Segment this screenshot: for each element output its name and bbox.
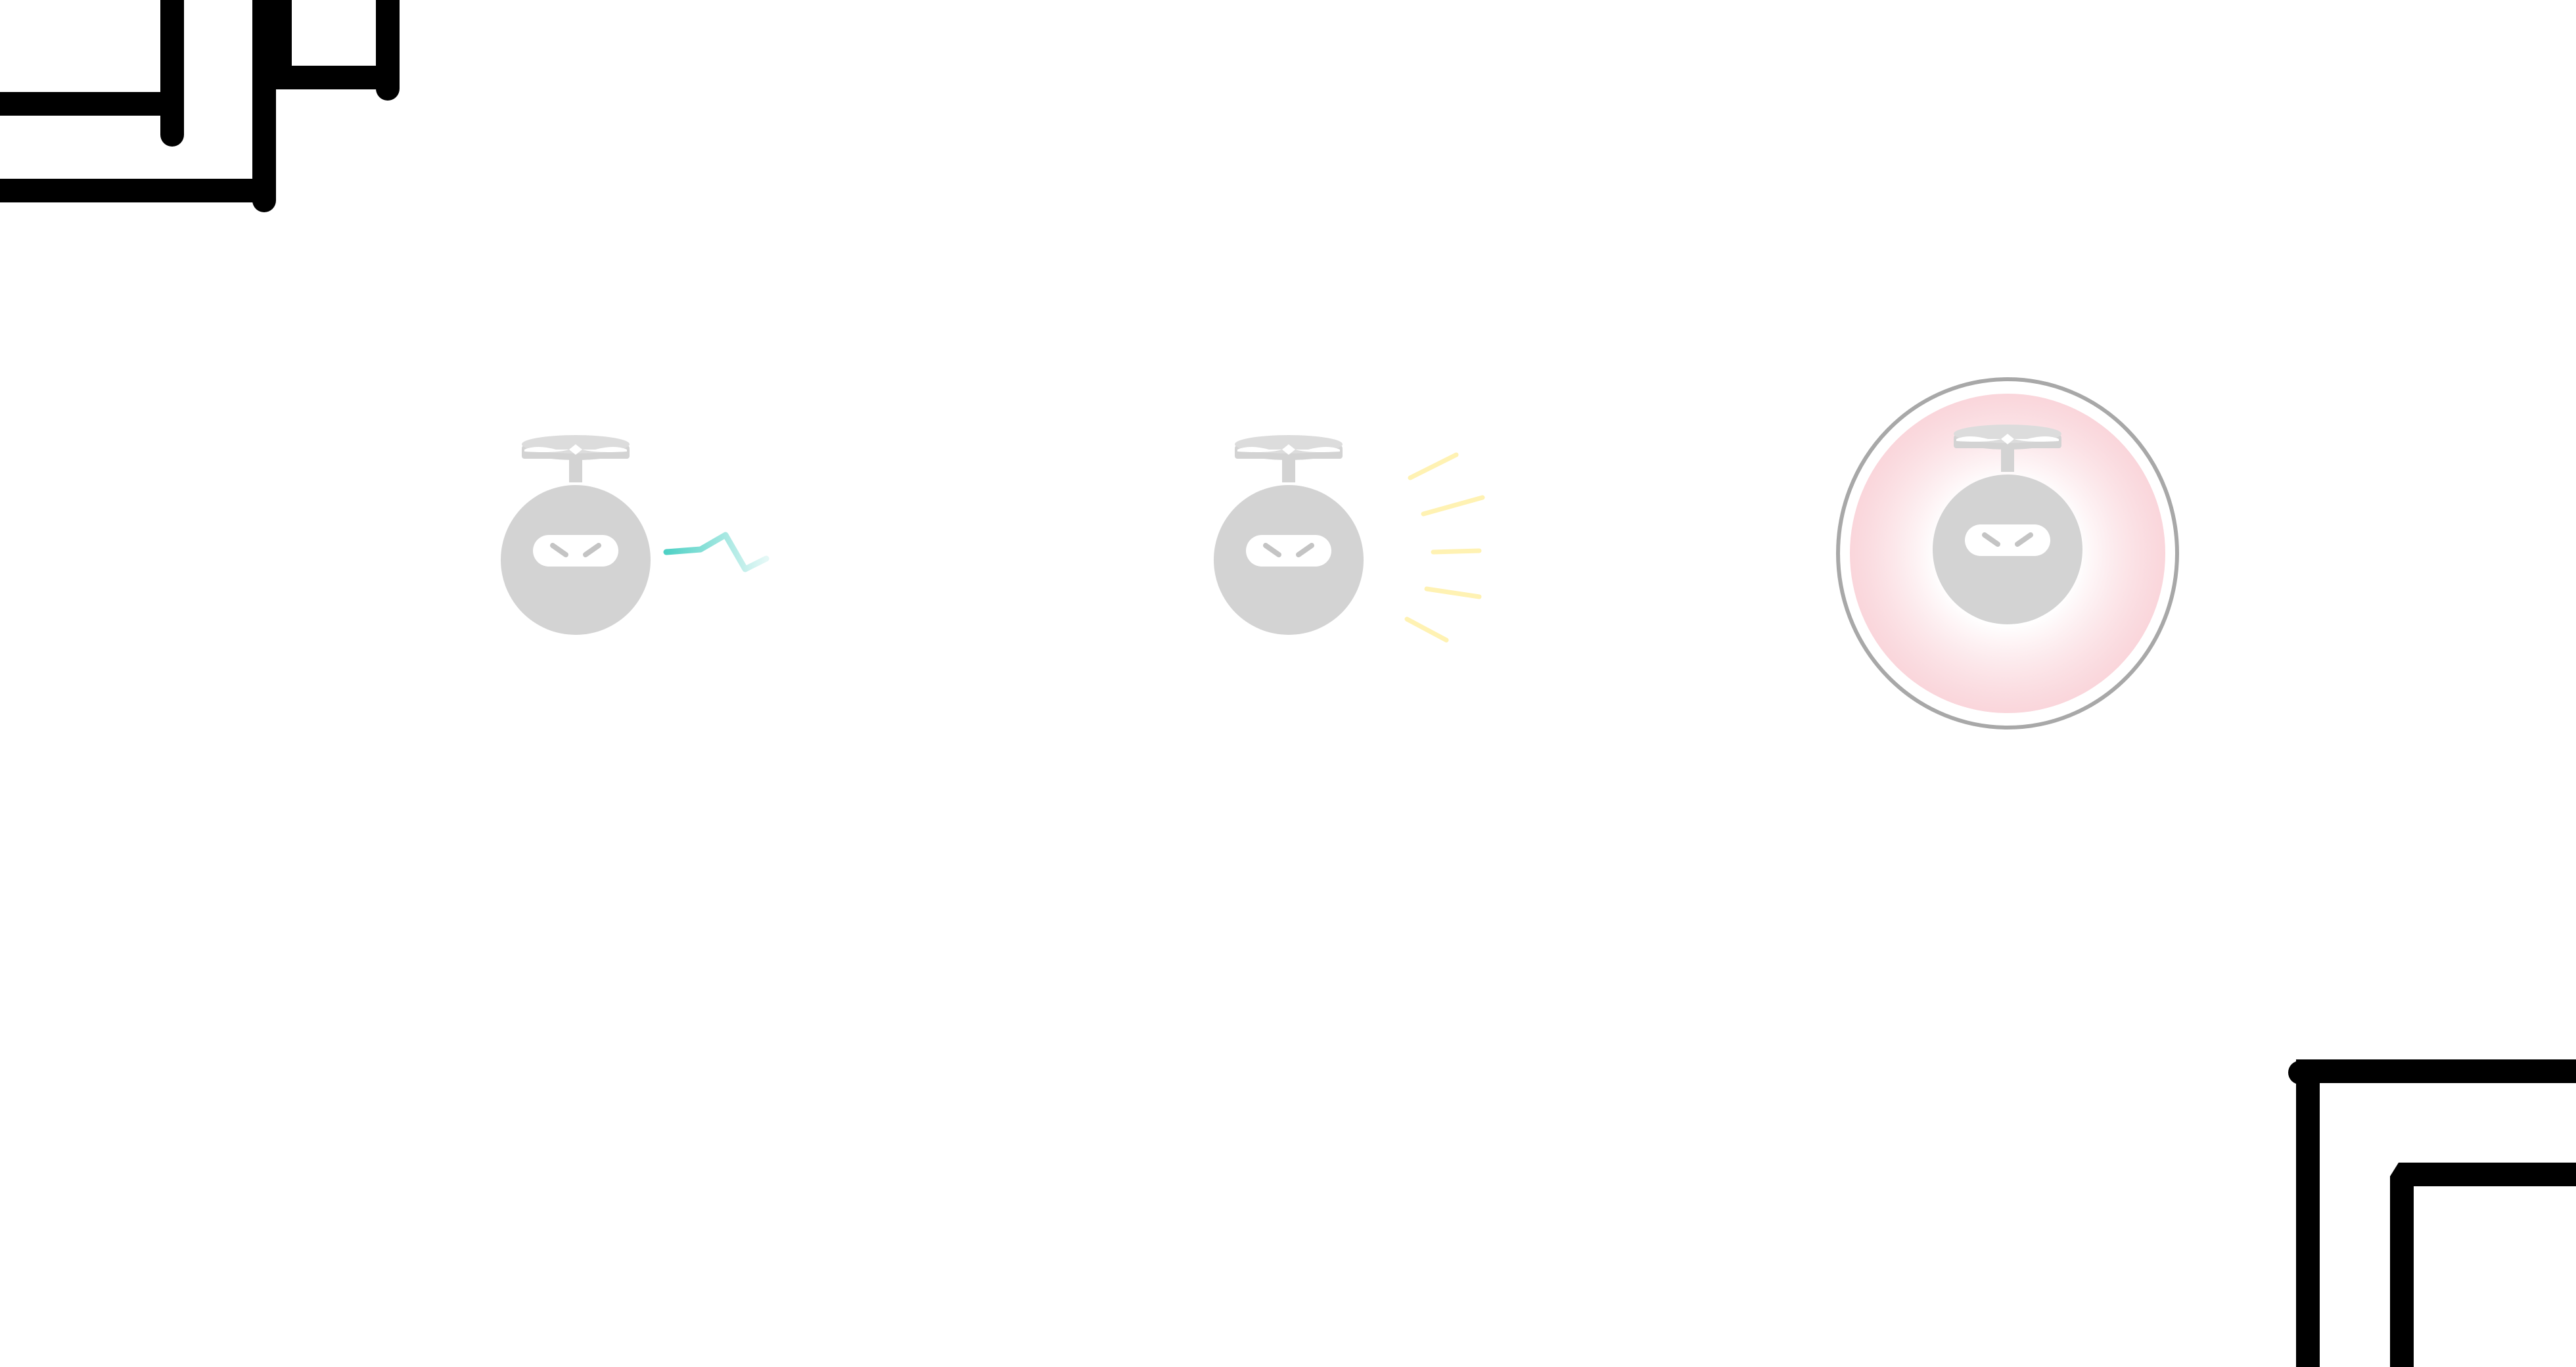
game-canvas bbox=[0, 0, 2576, 1367]
light-rays-effect bbox=[1404, 452, 1485, 643]
wall-top-left bbox=[0, 0, 400, 212]
robot-2[interactable] bbox=[1214, 435, 1485, 643]
drone-robot-icon bbox=[1214, 435, 1364, 635]
wall-bottom-right bbox=[2288, 1059, 2576, 1367]
electric-spark-effect bbox=[663, 532, 770, 572]
robot-3[interactable] bbox=[1836, 377, 2179, 730]
robot-1[interactable] bbox=[501, 435, 770, 635]
game-stage bbox=[0, 0, 2576, 1367]
drone-robot-icon bbox=[501, 435, 651, 635]
